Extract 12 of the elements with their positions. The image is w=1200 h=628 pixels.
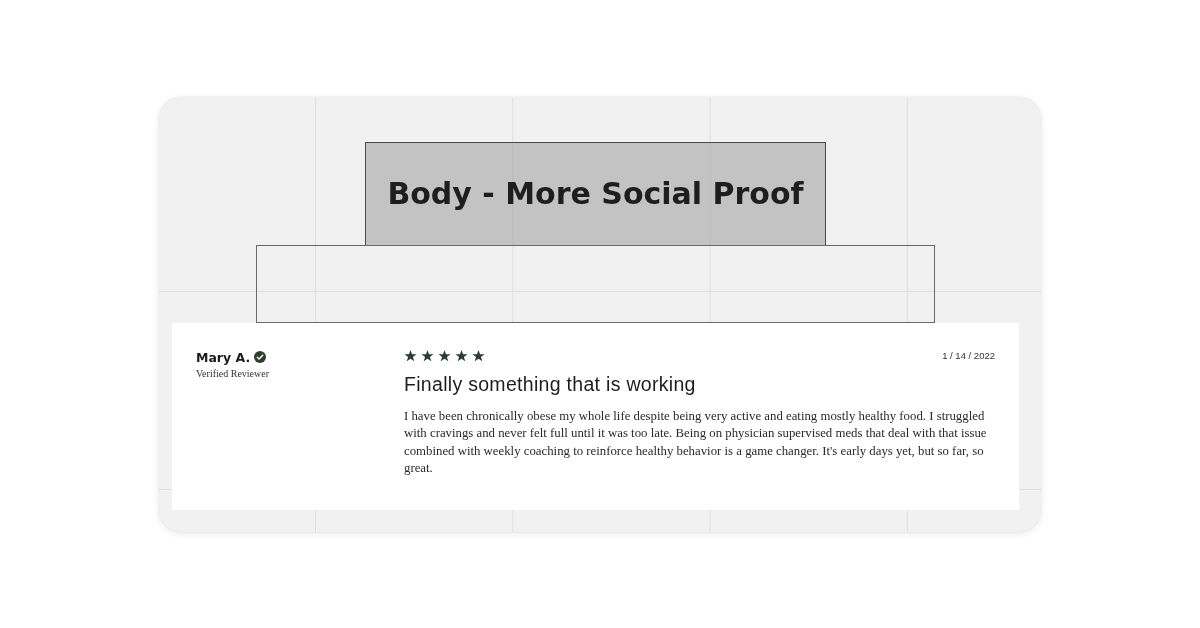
section-title: Body - More Social Proof <box>365 141 826 246</box>
star-icon <box>404 349 417 362</box>
star-icon <box>472 349 485 362</box>
star-icon <box>438 349 451 362</box>
reviewer-name: Mary A. <box>196 349 251 365</box>
star-icon <box>455 349 468 362</box>
reviewer-status-label: Verified Reviewer <box>196 367 270 379</box>
check-circle-icon <box>254 351 267 363</box>
review-text: I have been chronically obese my whole life despite being very active and eating mostly healthy food. I struggled with cravings and never felt full until it was too late. Being on physician supervised meds that deal with that issue combined with weekly coaching to reinforce healthy behavior is a game changer. It's early days yet, but so far, so great. <box>404 407 988 478</box>
review-title: Finally something that is working <box>404 372 697 396</box>
review-date: 1 / 14 / 2022 <box>942 350 995 361</box>
star-icon <box>421 349 434 362</box>
